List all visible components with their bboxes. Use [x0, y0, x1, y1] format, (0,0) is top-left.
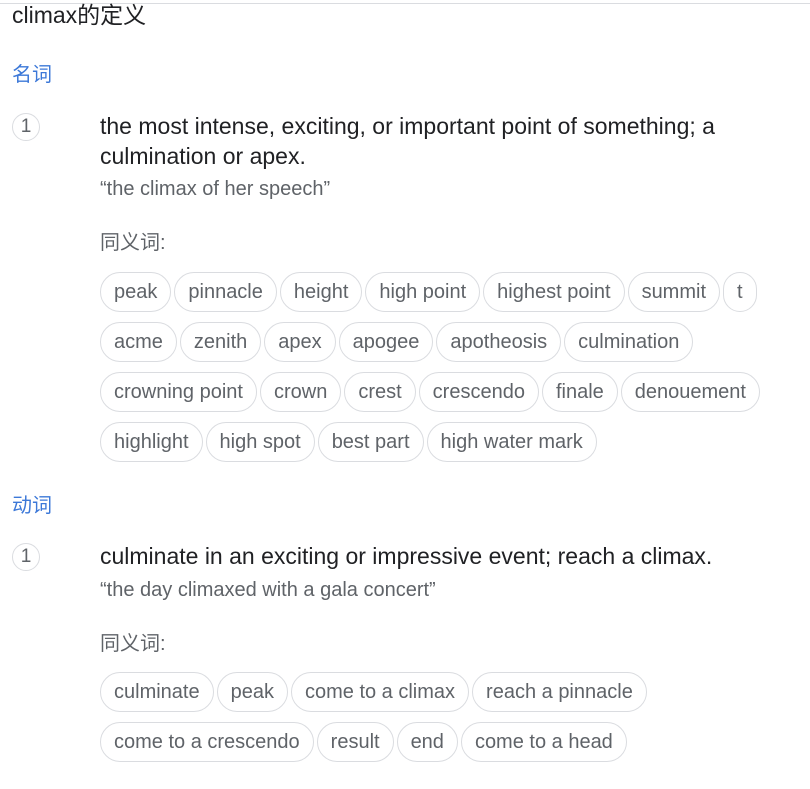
synonym-chip[interactable]: crest: [344, 372, 416, 412]
synonym-chip[interactable]: come to a climax: [290, 672, 470, 712]
synonyms-label: 同义词:: [100, 232, 166, 254]
synonyms-label: 同义词:: [100, 633, 166, 655]
synonym-chip[interactable]: crown: [259, 372, 342, 412]
synonym-chip[interactable]: highest point: [483, 272, 625, 312]
sense-number: 1: [12, 543, 40, 571]
synonym-chip[interactable]: come to a head: [460, 722, 627, 762]
definition-text: culminate in an exciting or impressive e…: [100, 543, 713, 569]
part-of-speech-verb: 动词: [12, 495, 52, 517]
synonym-chip[interactable]: end: [396, 722, 458, 762]
synonym-chip[interactable]: culminate: [100, 672, 214, 712]
synonym-chip[interactable]: height: [279, 272, 363, 312]
sense-number: 1: [12, 113, 40, 141]
synonym-row: acme zenith apex apogee apotheosis culminatio…: [100, 322, 810, 364]
synonym-chip[interactable]: crescendo: [418, 372, 539, 412]
synonym-chip[interactable]: high spot: [205, 422, 315, 462]
synonym-chip[interactable]: apotheosis: [436, 322, 562, 362]
synonym-chip[interactable]: apex: [264, 322, 336, 362]
synonym-chip[interactable]: zenith: [179, 322, 262, 362]
definition-text: the most intense, exciting, or important…: [100, 113, 715, 169]
synonym-chip[interactable]: acme: [100, 322, 177, 362]
synonym-chip[interactable]: summit: [627, 272, 721, 312]
synonym-chip[interactable]: peak: [100, 272, 172, 312]
synonym-chip[interactable]: apogee: [338, 322, 434, 362]
synonym-row: come to a crescendo result end come to a he…: [100, 722, 810, 764]
synonym-chip[interactable]: reach a pinnacle: [472, 672, 647, 712]
synonym-row: highlight high spot best part high water ma…: [100, 422, 810, 464]
synonym-chip[interactable]: denouement: [620, 372, 760, 412]
synonym-chip[interactable]: culmination: [564, 322, 694, 362]
synonym-row: crowning point crown crest crescendo finale d…: [100, 372, 810, 414]
synonym-chip[interactable]: pinnacle: [174, 272, 277, 312]
synonym-row: culminate peak come to a climax reach a pin…: [100, 672, 810, 714]
page-title: climax的定义: [12, 2, 147, 28]
synonym-chip[interactable]: finale: [541, 372, 618, 412]
example-text: “the day climaxed with a gala concert”: [100, 579, 436, 601]
synonym-chip[interactable]: best part: [317, 422, 424, 462]
synonym-chip[interactable]: highlight: [100, 422, 203, 462]
synonym-chip[interactable]: t: [723, 272, 757, 312]
synonym-chip[interactable]: high water mark: [426, 422, 597, 462]
synonym-chip[interactable]: result: [316, 722, 394, 762]
synonym-chip[interactable]: come to a crescendo: [100, 722, 314, 762]
part-of-speech-noun: 名词: [12, 64, 52, 86]
synonym-chip[interactable]: crowning point: [100, 372, 257, 412]
synonym-chip[interactable]: high point: [365, 272, 481, 312]
example-text: “the climax of her speech”: [100, 178, 331, 200]
synonym-chip[interactable]: peak: [216, 672, 288, 712]
synonym-row: peak pinnacle height high point highest poin…: [100, 272, 810, 314]
